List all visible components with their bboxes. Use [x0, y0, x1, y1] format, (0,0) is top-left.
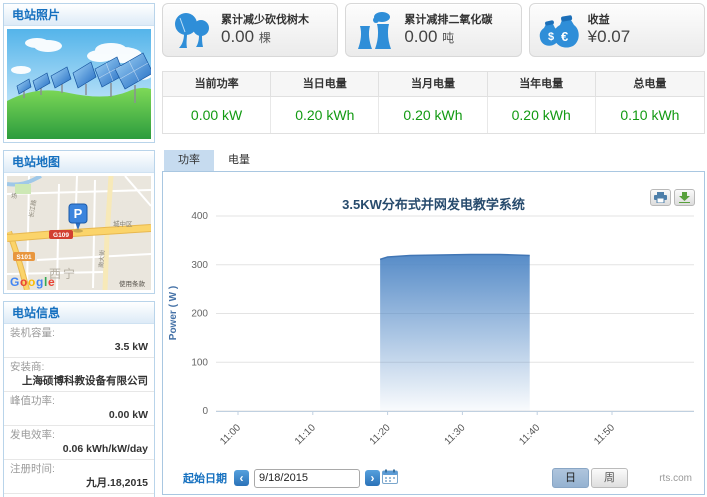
- calendar-icon: [382, 469, 398, 484]
- solar-panels-photo: [7, 29, 151, 139]
- svg-text:300: 300: [191, 260, 208, 271]
- info-row-peak-power: 峰值功率: 0.00 kW: [4, 392, 154, 426]
- svg-text:S101: S101: [16, 254, 32, 261]
- printer-icon: [654, 192, 667, 203]
- start-date-label: 起始日期: [183, 470, 227, 486]
- svg-text:€: €: [561, 29, 568, 44]
- station-info-title: 电站信息: [4, 302, 154, 324]
- panel-station-photo: 电站照片: [3, 3, 155, 143]
- tab-energy[interactable]: 电量: [214, 150, 264, 171]
- calendar-picker-button[interactable]: [382, 469, 398, 487]
- stat-header-monthly-energy: 当月电量: [379, 72, 487, 97]
- svg-text:l: l: [44, 275, 47, 289]
- next-date-button[interactable]: ›: [365, 470, 380, 486]
- svg-text:g: g: [36, 275, 43, 289]
- svg-text:G109: G109: [53, 232, 69, 239]
- s101-badge: S101: [13, 252, 35, 261]
- station-photo-body: [4, 26, 154, 142]
- card-co2-reduced: 累计减排二氧化碳 0.00 吨: [345, 3, 521, 57]
- stat-header-total-energy: 总电量: [596, 72, 704, 97]
- svg-text:o: o: [28, 275, 35, 289]
- stat-header-current-power: 当前功率: [163, 72, 271, 97]
- station-map-title: 电站地图: [4, 151, 154, 173]
- info-row-capacity: 装机容量: 3.5 kW: [4, 324, 154, 358]
- card-co2-value: 0.00 吨: [404, 27, 520, 48]
- prev-date-button[interactable]: ‹: [234, 470, 249, 486]
- svg-text:G: G: [10, 275, 19, 289]
- chart-axes: 11:00 11:10 11:20 11:30 11:40 11:50: [216, 411, 694, 447]
- stat-value-current-power: 0.00 kW: [163, 97, 271, 133]
- start-date-input[interactable]: [254, 469, 360, 488]
- g109-badge: G109: [49, 230, 73, 239]
- card-revenue-value: ¥0.07: [588, 27, 704, 48]
- svg-text:场: 场: [11, 192, 17, 200]
- stat-value-daily-energy: 0.20 kWh: [271, 97, 379, 133]
- google-logo[interactable]: Go og le: [10, 275, 55, 289]
- svg-text:11:20: 11:20: [368, 422, 393, 447]
- date-control-bar: 起始日期 ‹ › rts.com: [163, 462, 704, 494]
- card-co2-label: 累计减排二氧化碳: [404, 13, 520, 27]
- print-chart-button[interactable]: [650, 189, 671, 206]
- summary-cards: 累计减少砍伐树木 0.00 棵 累计减排二氧化碳 0: [162, 3, 705, 57]
- range-day-button[interactable]: 日: [552, 468, 589, 488]
- card-revenue: $ € 收益 ¥0.07: [529, 3, 705, 57]
- pv-dashboard: 电站照片: [0, 0, 707, 497]
- range-buttons: 日 周: [552, 468, 628, 488]
- panel-station-info: 电站信息 装机容量: 3.5 kW 安装商: 上海硕博科教设备有限公司 峰值功率…: [3, 301, 155, 497]
- svg-text:11:10: 11:10: [293, 422, 318, 447]
- chart-toolbar: [650, 189, 695, 206]
- main-content: 累计减少砍伐树木 0.00 棵 累计减排二氧化碳 0: [162, 3, 705, 495]
- station-photo-title: 电站照片: [4, 4, 154, 26]
- stat-value-total-energy: 0.10 kWh: [596, 97, 704, 133]
- stats-strip: 当前功率 当日电量 当月电量 当年电量 总电量 0.00 kW 0.20 kWh…: [162, 71, 705, 134]
- svg-text:城中区: 城中区: [113, 219, 133, 228]
- chart-credit: rts.com: [659, 473, 692, 484]
- co2-towers-icon: [346, 10, 404, 50]
- svg-text:100: 100: [191, 357, 208, 368]
- tab-power[interactable]: 功率: [164, 150, 214, 171]
- svg-text:e: e: [48, 275, 55, 289]
- station-map-body: G109 S101 长江路 城中区 南大街 场 西宁: [4, 173, 154, 293]
- trees-icon: [163, 10, 221, 50]
- download-icon: [679, 192, 690, 203]
- card-trees-saved: 累计减少砍伐树木 0.00 棵: [162, 3, 338, 57]
- park-area: [15, 184, 31, 194]
- card-revenue-label: 收益: [588, 13, 704, 27]
- power-area-chart[interactable]: 0100200300400 11:0011:1011:2011:3011:401…: [164, 206, 703, 458]
- download-chart-button[interactable]: [674, 189, 695, 206]
- chart-series-area: [380, 255, 530, 411]
- svg-text:400: 400: [191, 211, 208, 222]
- range-week-button[interactable]: 周: [591, 468, 628, 488]
- station-info-list: 装机容量: 3.5 kW 安装商: 上海硕博科教设备有限公司 峰值功率: 0.0…: [4, 324, 154, 497]
- svg-text:$: $: [548, 31, 554, 43]
- stat-header-daily-energy: 当日电量: [271, 72, 379, 97]
- stat-value-monthly-energy: 0.20 kWh: [379, 97, 487, 133]
- card-trees-value: 0.00 棵: [221, 27, 337, 48]
- money-bags-icon: $ €: [530, 10, 588, 50]
- chart-panel: 3.5KW分布式并网发电教学系统: [162, 171, 705, 495]
- svg-text:P: P: [74, 206, 83, 221]
- svg-text:11:40: 11:40: [517, 422, 542, 447]
- panel-station-map: 电站地图: [3, 150, 155, 294]
- card-trees-label: 累计减少砍伐树木: [221, 13, 337, 27]
- left-sidebar: 电站照片: [3, 3, 155, 497]
- svg-text:11:30: 11:30: [443, 422, 468, 447]
- info-row-efficiency: 发电效率: 0.06 kWh/kW/day: [4, 426, 154, 460]
- google-map[interactable]: G109 S101 长江路 城中区 南大街 场 西宁: [7, 176, 151, 290]
- svg-text:0: 0: [202, 406, 208, 417]
- svg-text:o: o: [20, 275, 27, 289]
- chart-tabs: 功率 电量: [162, 150, 705, 171]
- svg-text:11:50: 11:50: [592, 422, 617, 447]
- info-row-installer: 安装商: 上海硕博科教设备有限公司: [4, 358, 154, 392]
- svg-text:200: 200: [191, 309, 208, 320]
- y-axis-title: Power ( W ): [168, 286, 179, 340]
- info-row-registered: 注册时间: 九月.18,2015: [4, 460, 154, 494]
- stat-header-yearly-energy: 当年电量: [488, 72, 596, 97]
- stat-value-yearly-energy: 0.20 kWh: [488, 97, 596, 133]
- svg-text:11:00: 11:00: [218, 422, 243, 447]
- terms-link[interactable]: 使用条款: [119, 279, 146, 288]
